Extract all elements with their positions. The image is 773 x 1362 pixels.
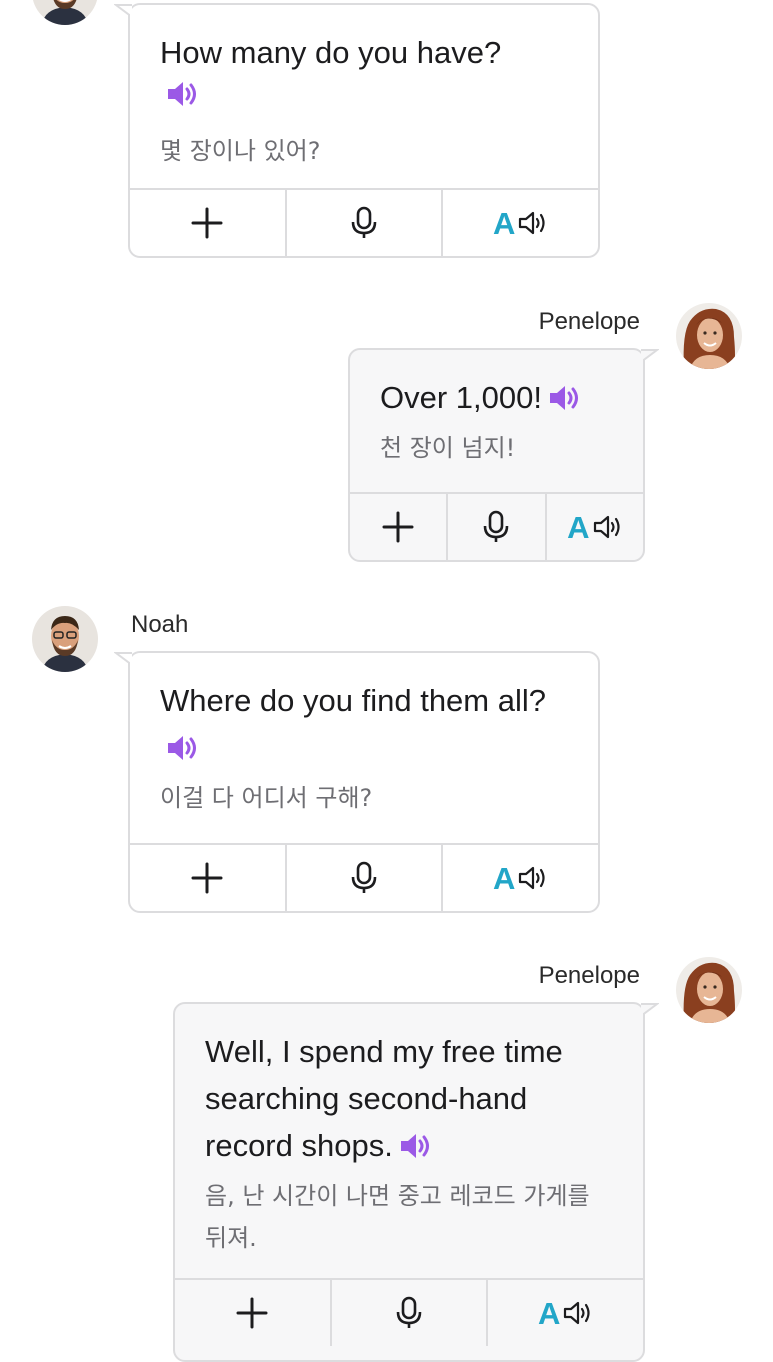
speaker-outline-icon bbox=[519, 211, 545, 235]
bubble-tail bbox=[641, 349, 659, 362]
noah-avatar bbox=[32, 0, 98, 25]
bubble-tail bbox=[114, 4, 132, 17]
plus-icon bbox=[236, 1297, 268, 1329]
message-korean: 이걸 다 어디서 구해? bbox=[160, 784, 373, 812]
message-bubble-3: Where do you find them all? 이걸 다 어디서 구해?… bbox=[114, 651, 600, 913]
plus-icon bbox=[382, 511, 414, 543]
bubble-tail bbox=[114, 652, 132, 665]
message-bubble-1: How many do you have? 몇 장이나 있어? A bbox=[114, 3, 600, 258]
message-english: Well, I spend my free time searching sec… bbox=[205, 1034, 563, 1163]
record-button[interactable] bbox=[446, 494, 544, 560]
letter-a-icon: A bbox=[537, 1295, 561, 1331]
translate-tts-button[interactable]: A bbox=[441, 190, 598, 256]
speaker-icon[interactable] bbox=[160, 76, 580, 124]
penelope-avatar bbox=[676, 957, 742, 1023]
message-actions: A bbox=[175, 1278, 643, 1346]
record-button[interactable] bbox=[329, 1280, 487, 1346]
translate-tts-button[interactable]: A bbox=[486, 1280, 643, 1346]
message-english: How many do you have? bbox=[160, 35, 502, 70]
message-actions: A bbox=[350, 492, 643, 560]
microphone-icon bbox=[351, 861, 377, 893]
message-english: Over 1,000! bbox=[380, 374, 630, 421]
letter-a-icon: A bbox=[492, 860, 516, 896]
plus-icon bbox=[191, 207, 223, 239]
sender-name: Penelope bbox=[538, 308, 640, 335]
microphone-icon bbox=[351, 206, 377, 238]
speaker-outline-icon bbox=[593, 515, 620, 539]
message-bubble-2: Over 1,000! 천 장이 넘지! A bbox=[348, 348, 659, 562]
add-button[interactable] bbox=[175, 1280, 330, 1346]
microphone-icon bbox=[396, 1296, 422, 1328]
speaker-icon[interactable] bbox=[542, 380, 582, 415]
message-korean: 천 장이 넘지! bbox=[380, 434, 516, 462]
record-button[interactable] bbox=[284, 190, 442, 256]
bubble-tail bbox=[641, 1003, 659, 1016]
translate-tts-button[interactable]: A bbox=[441, 845, 598, 911]
translate-tts-button[interactable]: A bbox=[544, 494, 643, 560]
letter-a-icon: A bbox=[567, 509, 590, 545]
message-korean: 음, 난 시간이 나면 중고 레코드 가게를 뒤져. bbox=[205, 1182, 590, 1252]
add-button[interactable] bbox=[350, 494, 446, 560]
message-bubble-4: Well, I spend my free time searching sec… bbox=[173, 1002, 659, 1362]
letter-a-icon: A bbox=[492, 205, 516, 241]
microphone-icon bbox=[484, 510, 509, 542]
plus-icon bbox=[191, 862, 223, 894]
add-button[interactable] bbox=[130, 845, 285, 911]
speaker-icon[interactable] bbox=[160, 730, 200, 765]
noah-avatar bbox=[32, 606, 98, 672]
penelope-avatar bbox=[676, 303, 742, 369]
message-english: Where do you find them all? bbox=[160, 677, 560, 771]
speaker-outline-icon bbox=[564, 1301, 590, 1325]
record-button[interactable] bbox=[284, 845, 442, 911]
speaker-icon[interactable] bbox=[393, 1128, 433, 1163]
speaker-outline-icon bbox=[519, 866, 545, 890]
message-korean: 몇 장이나 있어? bbox=[160, 137, 321, 165]
message-actions: A bbox=[130, 843, 598, 911]
add-button[interactable] bbox=[130, 190, 285, 256]
message-actions: A bbox=[130, 188, 598, 256]
sender-name: Noah bbox=[131, 611, 189, 638]
sender-name: Penelope bbox=[538, 962, 640, 989]
